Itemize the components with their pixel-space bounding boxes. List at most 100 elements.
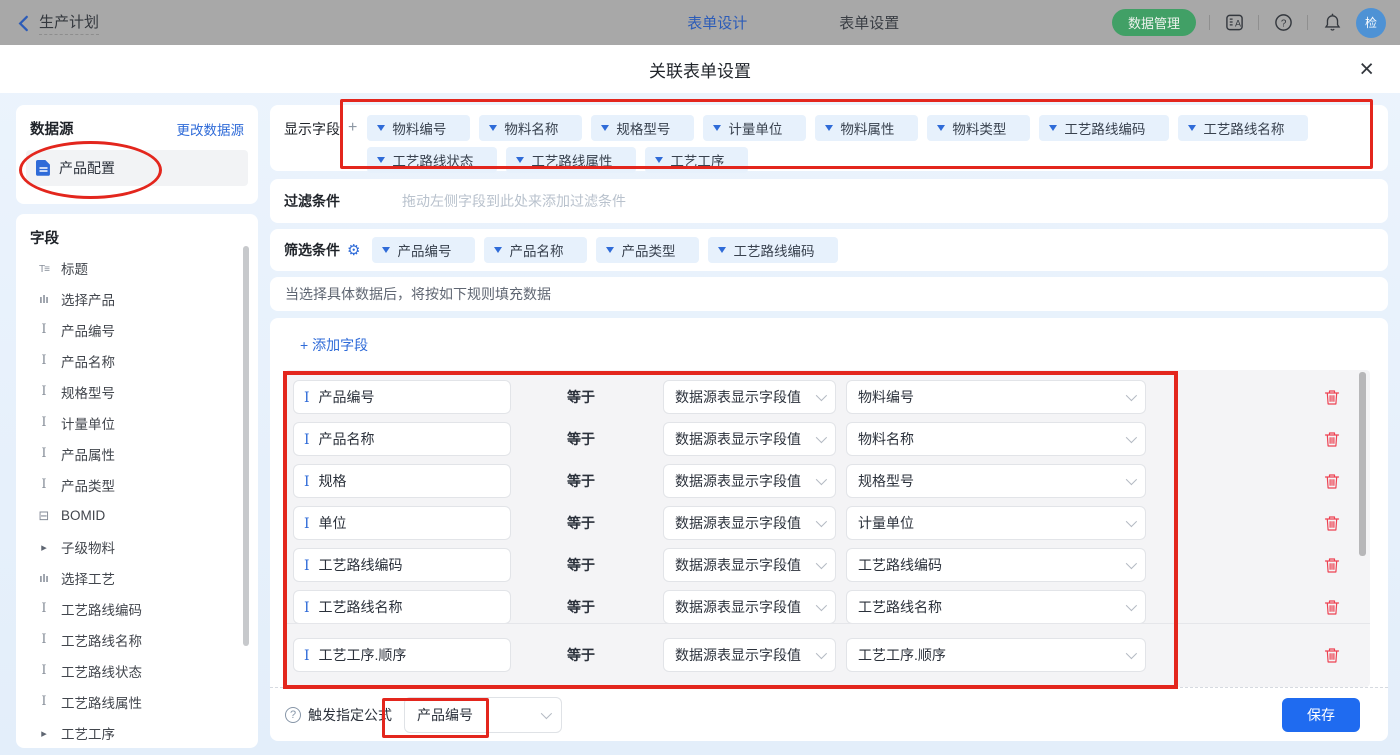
display-field-tag[interactable]: 计量单位 [703,115,806,141]
display-field-tag[interactable]: 物料属性 [815,115,918,141]
field-list-item[interactable]: BOMID [16,500,258,531]
rule-source-field-select[interactable]: 规格型号 [846,464,1146,498]
tab-form-design[interactable]: 表单设计 [687,12,747,33]
field-list-item[interactable]: 产品名称 [16,345,258,376]
field-item-label: 子级物料 [61,537,115,557]
field-list-item[interactable]: 工艺路线编码 [16,593,258,624]
field-list-item[interactable]: 产品属性 [16,438,258,469]
trigger-field-select[interactable]: 产品编号 [404,697,562,733]
rule-source-field-select[interactable]: 物料编号 [846,380,1146,414]
caret-down-icon [606,247,614,253]
screen-condition-tag[interactable]: 产品类型 [596,237,699,263]
delete-rule-button[interactable] [1324,473,1340,490]
rule-source-type-value: 数据源表显示字段值 [675,645,801,665]
rule-source-type-select[interactable]: 数据源表显示字段值 [663,422,836,456]
display-field-tag[interactable]: 物料名称 [479,115,582,141]
screen-condition-tag[interactable]: 产品编号 [372,237,475,263]
avatar[interactable]: 检 [1356,8,1386,38]
close-icon[interactable]: × [1359,55,1374,83]
rule-target-field-input[interactable]: 产品编号 [293,380,511,414]
field-list-item[interactable]: 子级物料 [16,531,258,562]
rule-source-field-select[interactable]: 计量单位 [846,506,1146,540]
chevron-down-icon [816,648,827,659]
display-field-tag[interactable]: 物料编号 [367,115,470,141]
display-field-tag[interactable]: 工艺路线属性 [506,147,636,173]
field-item-label: 工艺路线编码 [61,599,142,619]
display-field-tag[interactable]: 规格型号 [591,115,694,141]
field-list-item[interactable]: 工艺工序 [16,717,258,748]
rule-source-type-select[interactable]: 数据源表显示字段值 [663,548,836,582]
tab-form-settings[interactable]: 表单设置 [839,12,899,33]
fields-scrollbar[interactable] [243,246,249,646]
rule-target-field-label: 工艺路线编码 [319,555,403,575]
add-field-link[interactable]: + 添加字段 [300,335,368,355]
caret-down-icon [718,247,726,253]
delete-rule-button[interactable] [1324,515,1340,532]
chevron-down-icon [816,474,827,485]
field-list-item[interactable]: 产品编号 [16,314,258,345]
field-list-item[interactable]: 工艺路线属性 [16,686,258,717]
screen-condition-tag[interactable]: 工艺路线编码 [708,237,838,263]
rule-source-field-select[interactable]: 工艺工序.顺序 [846,638,1146,672]
help-icon[interactable]: ? [1272,12,1294,34]
translate-icon[interactable]: A [1223,12,1245,34]
display-field-tag[interactable]: 工艺路线状态 [367,147,497,173]
gear-icon[interactable]: ⚙ [347,241,360,259]
field-item-label: 工艺路线状态 [61,661,142,681]
add-display-field-icon[interactable]: + [348,119,357,173]
delete-rule-button[interactable] [1324,557,1340,574]
field-item-label: 工艺路线属性 [61,692,142,712]
rule-row: 产品编号 等于 数据源表显示字段值 物料编号 [293,380,1370,414]
display-field-tag[interactable]: 物料类型 [927,115,1030,141]
delete-rule-button[interactable] [1324,599,1340,616]
field-list-item[interactable]: 标题 [16,252,258,283]
field-list-item[interactable]: 计量单位 [16,407,258,438]
tag-label: 规格型号 [616,118,670,138]
rule-source-field-select[interactable]: 物料名称 [846,422,1146,456]
delete-rule-button[interactable] [1324,389,1340,406]
rule-source-field-select[interactable]: 工艺路线名称 [846,590,1146,624]
rule-target-field-input[interactable]: 工艺路线名称 [293,590,511,624]
field-list-item[interactable]: 工艺路线名称 [16,624,258,655]
rule-source-type-select[interactable]: 数据源表显示字段值 [663,590,836,624]
rule-target-field-input[interactable]: 单位 [293,506,511,540]
screen-condition-tag[interactable]: 产品名称 [484,237,587,263]
rule-target-field-label: 工艺工序.顺序 [319,645,407,665]
delete-rule-button[interactable] [1324,647,1340,664]
field-list-item[interactable]: 产品类型 [16,469,258,500]
field-type-icon [36,694,52,709]
help-icon[interactable]: ? [285,707,301,723]
field-list-item[interactable]: 选择产品 [16,283,258,314]
display-fields-card: 显示字段 + 物料编号 物料名称 [270,105,1388,171]
field-item-label: 工艺工序 [61,723,115,743]
data-manage-button[interactable]: 数据管理 [1112,9,1196,36]
display-field-tag[interactable]: 工艺路线名称 [1178,115,1308,141]
delete-rule-button[interactable] [1324,431,1340,448]
text-field-icon [304,431,310,448]
datasource-item-product-config[interactable]: 产品配置 [26,150,248,186]
notification-bell-icon[interactable] [1321,12,1343,34]
display-field-tag[interactable]: 工艺工序 [645,147,748,173]
rule-source-field-select[interactable]: 工艺路线编码 [846,548,1146,582]
field-list-item[interactable]: 规格型号 [16,376,258,407]
rule-target-field-input[interactable]: 规格 [293,464,511,498]
rule-target-field-input[interactable]: 产品名称 [293,422,511,456]
change-datasource-link[interactable]: 更改数据源 [177,119,245,139]
save-button[interactable]: 保存 [1282,698,1360,732]
rule-source-type-select[interactable]: 数据源表显示字段值 [663,464,836,498]
app-title[interactable]: 生产计划 [39,11,99,35]
display-field-tag[interactable]: 工艺路线编码 [1039,115,1169,141]
rule-target-field-input[interactable]: 工艺工序.顺序 [293,638,511,672]
field-item-label: BOMID [61,508,105,523]
field-list-item[interactable]: 选择工艺 [16,562,258,593]
field-type-icon [36,601,52,616]
rule-source-type-select[interactable]: 数据源表显示字段值 [663,638,836,672]
field-list-item[interactable]: 工艺路线状态 [16,655,258,686]
rule-source-type-select[interactable]: 数据源表显示字段值 [663,506,836,540]
tag-label: 产品名称 [509,240,563,260]
rules-scrollbar[interactable] [1359,372,1366,556]
back-icon[interactable] [16,15,30,31]
field-item-label: 产品名称 [61,351,115,371]
rule-target-field-input[interactable]: 工艺路线编码 [293,548,511,582]
rule-source-type-select[interactable]: 数据源表显示字段值 [663,380,836,414]
